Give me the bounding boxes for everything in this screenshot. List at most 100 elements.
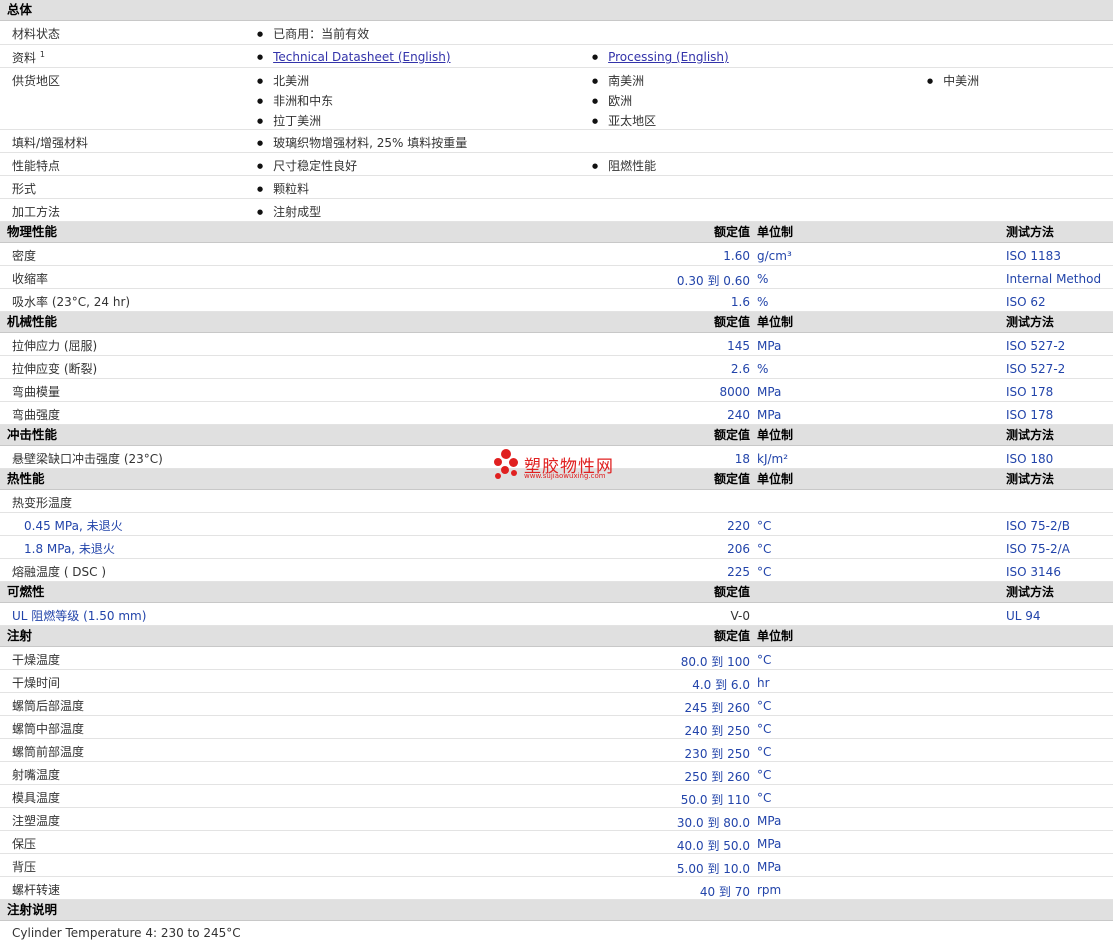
technical-datasheet-link[interactable]: Technical Datasheet (English)	[273, 50, 450, 64]
property-label: 形式	[12, 182, 37, 196]
property-row: 密度 1.60 g/cm³ ISO 1183	[0, 243, 1113, 266]
row-form: 形式 颗粒料	[0, 176, 1113, 199]
section-header: 注射 额定值 单位制	[0, 626, 1113, 647]
section-header: 可燃性 额定值 测试方法	[0, 582, 1113, 603]
row-features: 性能特点 尺寸稳定性良好 阻燃性能	[0, 153, 1113, 176]
processing-link[interactable]: Processing (English)	[608, 50, 729, 64]
property-value: V-0	[730, 609, 750, 623]
property-label: 悬壁梁缺口冲击强度 (23°C)	[12, 452, 163, 466]
property-row: 干燥温度 80.0 到 100 °C	[0, 647, 1113, 670]
section-title: 总体	[7, 2, 33, 17]
property-value: 230 到 250	[684, 747, 750, 761]
property-value: 225	[727, 565, 750, 579]
property-value: 240	[727, 408, 750, 422]
property-row: 背压 5.00 到 10.0 MPa	[0, 854, 1113, 877]
property-label: 吸水率 (23°C, 24 hr)	[12, 295, 131, 309]
property-label: 资料 1	[12, 50, 45, 65]
property-value: 8000	[719, 385, 750, 399]
property-unit: %	[757, 362, 769, 376]
processing-link-item: Processing (English)	[592, 50, 729, 64]
property-unit: MPa	[757, 385, 782, 399]
section-header: 机械性能 额定值 单位制 测试方法	[0, 312, 1113, 333]
column-header-value: 额定值	[713, 225, 750, 239]
property-row: 螺筒前部温度 230 到 250 °C	[0, 739, 1113, 762]
column-header-unit: 单位制	[757, 315, 794, 329]
property-label: 拉伸应力 (屈服)	[12, 339, 98, 353]
bullet-item: 玻璃织物增强材料, 25% 填料按重量	[257, 134, 467, 151]
property-value: 5.00 到 10.0	[676, 862, 750, 876]
property-label: 供货地区	[12, 74, 61, 88]
region-item: 中美洲	[927, 72, 979, 89]
property-label: 背压	[12, 860, 37, 874]
property-value: 240 到 250	[684, 724, 750, 738]
column-header-unit: 单位制	[757, 428, 794, 442]
notes-row: Cylinder Temperature 4: 230 to 245°C	[0, 921, 1113, 943]
property-label: 模具温度	[12, 791, 61, 805]
property-value: 18	[734, 452, 750, 466]
column-header-test-method: 测试方法	[1006, 315, 1055, 329]
property-test-method: UL 94	[1006, 609, 1041, 623]
row-documents: 资料 1 Technical Datasheet (English) Proce…	[0, 45, 1113, 68]
property-row: 射嘴温度 250 到 260 °C	[0, 762, 1113, 785]
section-header: 冲击性能 额定值 单位制 测试方法	[0, 425, 1113, 446]
property-unit: MPa	[757, 814, 782, 828]
property-value: 250 到 260	[684, 770, 750, 784]
property-row: 保压 40.0 到 50.0 MPa	[0, 831, 1113, 854]
watermark-url: www.sujiaowuxing.com	[524, 472, 606, 480]
property-sections: 物理性能 额定值 单位制 测试方法 密度 1.60 g/cm³ ISO 1183 收缩率 0.30…	[0, 222, 1113, 900]
property-test-method: ISO 75-2/B	[1006, 519, 1070, 533]
watermark-dots-icon	[494, 449, 520, 481]
property-unit: MPa	[757, 837, 782, 851]
section-title: 注射	[7, 628, 33, 643]
section-title: 注射说明	[7, 902, 58, 917]
property-label: 热变形温度	[12, 496, 73, 510]
property-unit: °C	[757, 745, 772, 759]
property-value: 30.0 到 80.0	[676, 816, 750, 830]
bullet-item: 已商用：当前有效	[257, 25, 369, 42]
bullet-item: 颗粒料	[257, 180, 309, 197]
column-header-test-method: 测试方法	[1006, 585, 1055, 599]
property-unit: rpm	[757, 883, 782, 897]
property-label: 填料/增强材料	[12, 136, 89, 150]
section-header-notes: 注射说明	[0, 900, 1113, 921]
property-label: 弯曲模量	[12, 385, 61, 399]
column-header-value: 额定值	[713, 315, 750, 329]
property-test-method: ISO 178	[1006, 408, 1054, 422]
property-unit: °C	[757, 653, 772, 667]
property-test-method: ISO 1183	[1006, 249, 1061, 263]
column-header-test-method: 测试方法	[1006, 225, 1055, 239]
section-title: 可燃性	[7, 584, 45, 599]
property-unit: °C	[757, 768, 772, 782]
property-label: 性能特点	[12, 159, 61, 173]
property-unit: MPa	[757, 408, 782, 422]
section-title: 机械性能	[7, 314, 58, 329]
property-row: 收缩率 0.30 到 0.60% Internal Method	[0, 266, 1113, 289]
property-value: 245 到 260	[684, 701, 750, 715]
property-unit: MPa	[757, 339, 782, 353]
property-unit: %	[757, 272, 769, 286]
property-unit: °C	[757, 565, 772, 579]
property-label: 1.8 MPa, 未退火	[24, 542, 115, 556]
property-row: 螺筒后部温度 245 到 260 °C	[0, 693, 1113, 716]
property-label: 螺筒前部温度	[12, 745, 85, 759]
column-header-test-method: 测试方法	[1006, 472, 1055, 486]
property-unit: °C	[757, 519, 772, 533]
region-item: 北美洲	[257, 72, 309, 89]
property-value: 220	[727, 519, 750, 533]
property-value: 40 到 70	[699, 885, 750, 899]
property-row: 弯曲模量 8000 MPa ISO 178	[0, 379, 1113, 402]
section-title: 冲击性能	[7, 427, 58, 442]
property-label: 熔融温度 ( DSC )	[12, 565, 107, 579]
section-title: 物理性能	[7, 224, 58, 239]
column-header-value: 额定值	[713, 428, 750, 442]
row-processing-method: 加工方法 注射成型	[0, 199, 1113, 222]
property-label: 密度	[12, 249, 37, 263]
property-value: 80.0 到 100	[680, 655, 750, 669]
property-row: 螺筒中部温度 240 到 250 °C	[0, 716, 1113, 739]
property-value: 50.0 到 110	[680, 793, 750, 807]
property-label: 螺筒中部温度	[12, 722, 85, 736]
property-label: 材料状态	[12, 27, 61, 41]
column-header-test-method: 测试方法	[1006, 428, 1055, 442]
property-label: 干燥时间	[12, 676, 61, 690]
row-filler: 填料/增强材料 玻璃织物增强材料, 25% 填料按重量	[0, 130, 1113, 153]
